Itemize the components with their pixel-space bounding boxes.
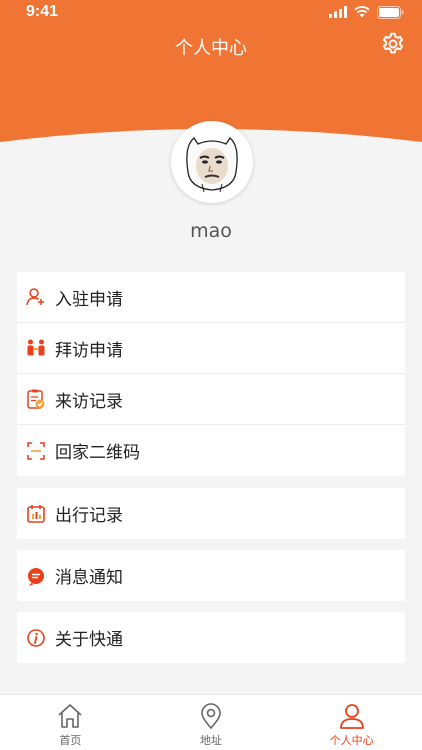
user-add-icon <box>26 288 44 306</box>
travel-record-icon <box>27 504 45 523</box>
menu-group-about: 关于快通 <box>17 612 405 663</box>
info-icon <box>27 628 45 647</box>
tab-profile[interactable]: 个人中心 <box>281 695 422 750</box>
menu-item-message-notice[interactable]: 消息通知 <box>17 550 405 601</box>
menu-item-label: 出行记录 <box>55 506 123 526</box>
menu-item-label: 消息通知 <box>55 568 123 588</box>
tab-home[interactable]: 首页 <box>0 695 141 750</box>
tab-label: 地址 <box>200 734 222 747</box>
menu-item-label: 拜访申请 <box>55 340 123 361</box>
location-pin-icon <box>201 703 221 730</box>
tab-bar: 首页 地址 个人中心 <box>0 694 422 750</box>
status-bar: 9:41 <box>0 0 422 24</box>
menu-item-label: 回家二维码 <box>55 443 140 463</box>
record-icon <box>27 389 45 409</box>
menu-item-settle-apply[interactable]: 入驻申请 <box>17 272 405 323</box>
menu-item-home-qr-code[interactable]: 回家二维码 <box>17 425 405 476</box>
menu-item-label: 关于快通 <box>55 630 123 650</box>
menu-group-main: 入驻申请 拜访申请 来访记录 回家二维码 <box>17 272 405 476</box>
menu-group-messages: 消息通知 <box>17 550 405 601</box>
avatar[interactable] <box>171 121 253 203</box>
menu-item-travel-records[interactable]: 出行记录 <box>17 488 405 539</box>
status-time: 9:41 <box>26 3 59 20</box>
qr-code-icon <box>27 441 45 460</box>
tab-address[interactable]: 地址 <box>141 695 282 750</box>
home-icon <box>58 704 82 728</box>
visit-icon <box>27 339 45 356</box>
menu-group-travel: 出行记录 <box>17 488 405 539</box>
settings-button[interactable] <box>380 31 406 57</box>
gear-icon <box>382 32 404 54</box>
page-title: 个人中心 <box>175 38 247 59</box>
avatar-face-image <box>174 124 250 200</box>
tab-label: 首页 <box>59 734 82 747</box>
username: mao <box>190 220 232 242</box>
wifi-icon <box>354 6 370 18</box>
person-icon <box>339 704 364 729</box>
menu-item-about[interactable]: 关于快通 <box>17 612 405 663</box>
menu-item-visit-records[interactable]: 来访记录 <box>17 374 405 425</box>
battery-icon <box>377 5 404 19</box>
menu-item-visit-apply[interactable]: 拜访申请 <box>17 323 405 374</box>
menu-item-label: 来访记录 <box>55 391 123 412</box>
message-icon <box>28 567 44 586</box>
menu-item-label: 入驻申请 <box>55 289 123 310</box>
signal-icon <box>329 6 347 18</box>
tab-label: 个人中心 <box>329 734 374 747</box>
